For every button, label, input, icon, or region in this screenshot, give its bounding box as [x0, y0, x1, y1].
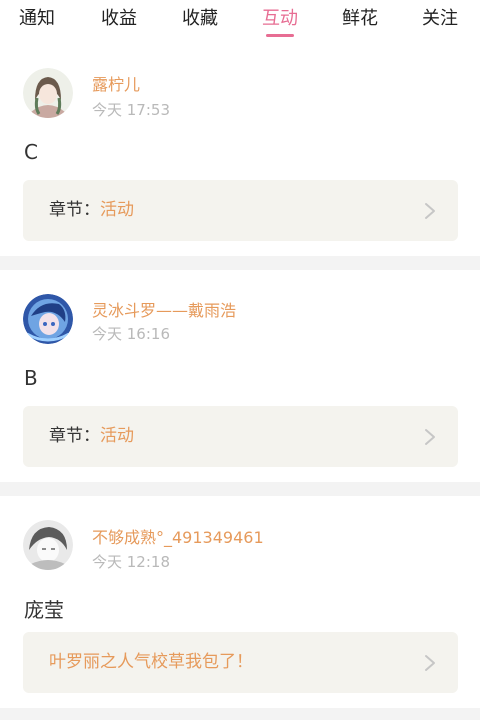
avatar-image	[23, 68, 73, 118]
card-divider	[0, 482, 480, 496]
interaction-card: 灵冰斗罗——戴雨浩 今天 16:16 B 章节：活动	[0, 270, 480, 482]
timestamp: 今天 16:16	[92, 325, 170, 343]
avatar-image	[23, 294, 73, 344]
tab-notifications[interactable]: 通知	[14, 6, 60, 32]
comment-text: B	[24, 366, 38, 390]
chapter-label: 章节：	[49, 200, 100, 220]
username[interactable]: 灵冰斗罗——戴雨浩	[92, 297, 236, 321]
comment-text: 庞莹	[24, 598, 64, 622]
username[interactable]: 不够成熟°_491349461	[92, 524, 264, 548]
tab-flowers[interactable]: 鲜花	[337, 6, 383, 32]
interaction-card: 不够成熟°_491349461 今天 12:18 庞莹 叶罗丽之人气校草我包了！	[0, 496, 480, 720]
tab-earnings[interactable]: 收益	[96, 6, 142, 32]
chapter-link[interactable]: 章节：活动	[23, 406, 458, 467]
tab-interactions[interactable]: 互动	[257, 6, 303, 32]
chapter-name: 活动	[100, 426, 134, 446]
active-tab-indicator	[266, 34, 294, 37]
timestamp: 今天 17:53	[92, 101, 170, 119]
chevron-right-icon	[425, 655, 435, 671]
book-link[interactable]: 叶罗丽之人气校草我包了！	[23, 632, 458, 693]
book-title: 叶罗丽之人气校草我包了！	[49, 652, 253, 672]
chapter-label: 章节：	[49, 426, 100, 446]
comment-text: C	[24, 140, 38, 164]
user-avatar[interactable]	[23, 520, 73, 570]
tab-follows[interactable]: 关注	[417, 6, 463, 32]
avatar-image	[23, 520, 73, 570]
user-avatar[interactable]	[23, 294, 73, 344]
username[interactable]: 露柠儿	[92, 71, 140, 95]
card-divider	[0, 708, 480, 720]
chapter-name: 活动	[100, 200, 134, 220]
card-divider	[0, 256, 480, 270]
user-avatar[interactable]	[23, 68, 73, 118]
chevron-right-icon	[425, 203, 435, 219]
chevron-right-icon	[425, 429, 435, 445]
chapter-link[interactable]: 章节：活动	[23, 180, 458, 241]
timestamp: 今天 12:18	[92, 553, 170, 571]
tab-favorites[interactable]: 收藏	[177, 6, 223, 32]
top-tab-bar: 通知 收益 收藏 互动 鲜花 关注	[0, 0, 480, 46]
interaction-card: 露柠儿 今天 17:53 C 章节：活动	[0, 46, 480, 256]
